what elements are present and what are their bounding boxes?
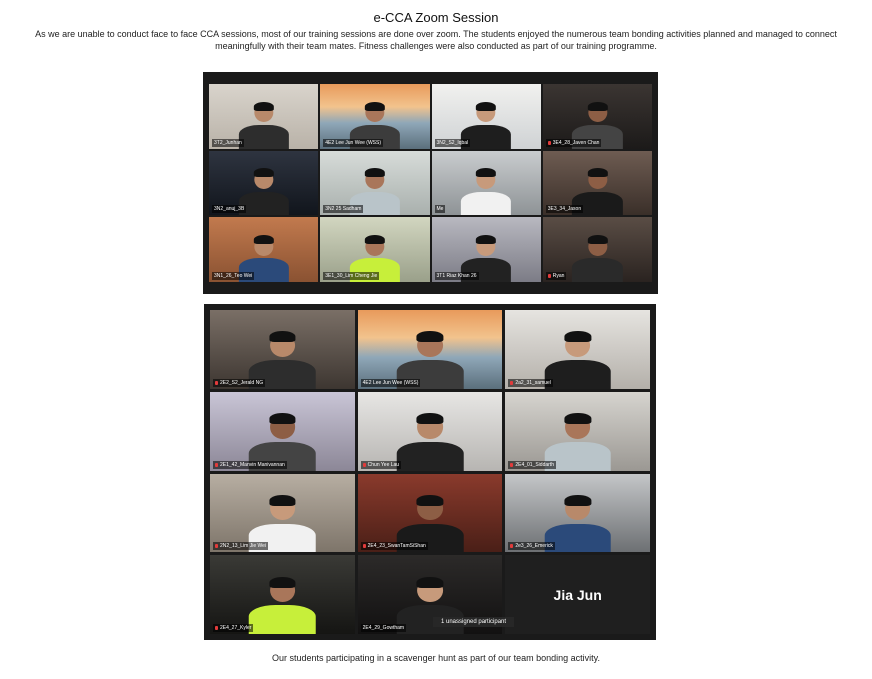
mic-muted-icon	[510, 544, 514, 549]
participant-name-label: 2e3_26_Emerick	[508, 542, 555, 551]
video-tile[interactable]: Me	[431, 150, 541, 216]
participant-name-text: Chun Yee Lau	[367, 461, 400, 468]
participant-name-text: Ryan	[552, 272, 565, 279]
video-tile[interactable]: 3N1_26_Teo Wei	[209, 217, 319, 282]
video-tile[interactable]: 2E4_01_Siddarth	[505, 391, 650, 471]
participant-avatar	[544, 331, 611, 389]
participant-name-label: 2E2_S2_Jerald NG	[213, 378, 266, 387]
participant-name-label: 3N2 25 Sadham	[323, 205, 364, 214]
participant-name-label: 3E4_28_Javen Chan	[545, 138, 602, 147]
participant-name-label: 2a2_31_samuel	[508, 378, 553, 387]
page-title: e-CCA Zoom Session	[373, 10, 499, 25]
participant-name-label: 3N2_anuj_3B	[212, 205, 247, 214]
participant-name-label: 2E4_29_Gowtham	[360, 624, 407, 632]
video-tile[interactable]: 2E4_23_SwanTamSiShan	[357, 473, 503, 553]
video-tile[interactable]: 2E1_42_Manvin Manivannan	[210, 391, 355, 471]
video-tile[interactable]: 3E3_34_Jason	[542, 150, 652, 216]
mic-muted-icon	[510, 462, 514, 467]
participant-name-label: 4E2 Lee Jun Wee (WSS)	[323, 138, 384, 147]
participant-name-text: 3N1_26_Teo Wei	[214, 272, 253, 279]
mic-muted-icon	[215, 544, 218, 549]
participant-name-text: 3N2_anuj_3B	[214, 206, 245, 213]
participant-name-text: 4E2 Lee Jun Wee (WSS)	[362, 379, 419, 386]
video-tile[interactable]: 2E4_27_Kyler	[210, 555, 355, 634]
participant-name-text: 2E2_S2_Jerald NG	[220, 379, 264, 386]
mic-muted-icon	[215, 380, 218, 385]
participant-name-text: Me	[436, 206, 444, 213]
participant-name-label: 3T1 Riaz Khan 26	[434, 271, 479, 280]
participant-name-label: 2N2_13_Lim Jie Wei	[213, 542, 269, 551]
participant-name-label: 3N2_S2_Iqbal	[434, 138, 471, 147]
participant-avatar	[249, 576, 316, 634]
mic-muted-icon	[547, 140, 551, 145]
mic-muted-icon	[362, 544, 366, 549]
participant-name-text: 3N2_S2_Iqbal	[436, 139, 469, 146]
mic-muted-icon	[510, 380, 514, 385]
participant-name-label: 4E2 Lee Jun Wee (WSS)	[360, 378, 421, 387]
video-tile[interactable]: 4E2 Lee Jun Wee (WSS)	[357, 310, 503, 389]
video-tile[interactable]: 2a2_31_samuel	[505, 310, 650, 389]
participant-avatar	[238, 101, 289, 149]
video-tile[interactable]: 3E4_28_Javen Chan	[542, 84, 652, 149]
intro-paragraph: As we are unable to conduct face to face…	[35, 29, 837, 51]
participant-name-label: Ryan	[545, 271, 567, 280]
photo-caption: Our students participating in a scavenge…	[271, 653, 601, 663]
participant-avatar	[396, 413, 464, 471]
mic-muted-icon	[362, 462, 366, 467]
video-tile[interactable]: 4E2 Lee Jun Wee (WSS)	[320, 84, 430, 149]
zoom-gallery-screenshot-1: 3T2_Junhan 4E2 Lee Jun Wee (WSS) 3N2_S2_Iq…	[203, 72, 658, 294]
video-tile[interactable]: 3T2_Junhan	[209, 84, 319, 149]
participant-name-text: 3E1_30_Lim Cheng Jie	[325, 272, 378, 279]
participant-name-label: 2E1_42_Manvin Manivannan	[213, 460, 287, 469]
participant-avatar	[461, 168, 512, 216]
participant-name-text: 2E4_27_Kyler	[220, 625, 252, 631]
participant-avatar	[572, 234, 623, 282]
video-tile[interactable]: 3N2 25 Sadham	[320, 150, 430, 216]
participant-name-label: 2E4_01_Siddarth	[508, 460, 556, 469]
mic-muted-icon	[215, 626, 218, 630]
participant-name-label: Chun Yee Lau	[360, 460, 402, 469]
participant-name-text: 3E4_28_Javen Chan	[552, 139, 600, 146]
video-tile[interactable]: 3E1_30_Lim Cheng Jie	[320, 217, 430, 282]
mic-muted-icon	[547, 273, 551, 278]
video-tile[interactable]: 3T1 Riaz Khan 26	[431, 217, 541, 282]
video-tile[interactable]: 2e3_26_Emerick	[505, 473, 650, 553]
video-tile[interactable]: Chun Yee Lau	[357, 391, 503, 471]
participant-name-text: 2E1_42_Manvin Manivannan	[220, 461, 285, 468]
unassigned-participant-label: 1 unassigned participant	[433, 617, 515, 627]
participant-name-label: 3E1_30_Lim Cheng Jie	[323, 271, 380, 280]
participant-name-text: 2e3_26_Emerick	[515, 543, 553, 550]
participant-name-label: 3T2_Junhan	[212, 138, 244, 147]
participant-name-text: 2E4_29_Gowtham	[362, 625, 405, 631]
video-tile[interactable]: 3N2_S2_Iqbal	[431, 84, 541, 149]
participant-name-text: 2N2_13_Lim Jie Wei	[220, 543, 267, 550]
participant-name-label: 2E4_23_SwanTamSiShan	[360, 542, 428, 551]
zoom-gallery-screenshot-2: 2E2_S2_Jerald NG 4E2 Lee Jun Wee (WSS) 2a2…	[204, 304, 656, 640]
video-tile[interactable]: Ryan	[542, 217, 652, 282]
participant-name-text: 3T1 Riaz Khan 26	[436, 272, 477, 279]
participant-name-text: 3E3_34_Jason	[547, 206, 582, 213]
participant-name-label: 3N1_26_Teo Wei	[212, 271, 255, 280]
video-tile[interactable]: 2E2_S2_Jerald NG	[210, 310, 355, 389]
participant-name-text: 2E4_23_SwanTamSiShan	[367, 543, 426, 550]
participant-display-name: Jia Jun	[505, 555, 650, 634]
participant-name-label: 3E3_34_Jason	[545, 205, 584, 214]
video-tile[interactable]: Jia Jun	[505, 555, 650, 634]
participant-name-text: 4E2 Lee Jun Wee (WSS)	[325, 139, 382, 146]
participant-name-label: Me	[434, 205, 446, 214]
participant-name-label: 2E4_27_Kyler	[213, 624, 254, 632]
video-tile[interactable]: 2N2_13_Lim Jie Wei	[210, 473, 355, 553]
participant-name-text: 2E4_01_Siddarth	[515, 461, 554, 468]
participant-name-text: 3T2_Junhan	[214, 139, 242, 146]
mic-muted-icon	[215, 462, 218, 467]
participant-name-text: 3N2 25 Sadham	[325, 206, 362, 213]
participant-name-text: 2a2_31_samuel	[515, 379, 551, 386]
video-tile[interactable]: 3N2_anuj_3B	[209, 150, 319, 216]
